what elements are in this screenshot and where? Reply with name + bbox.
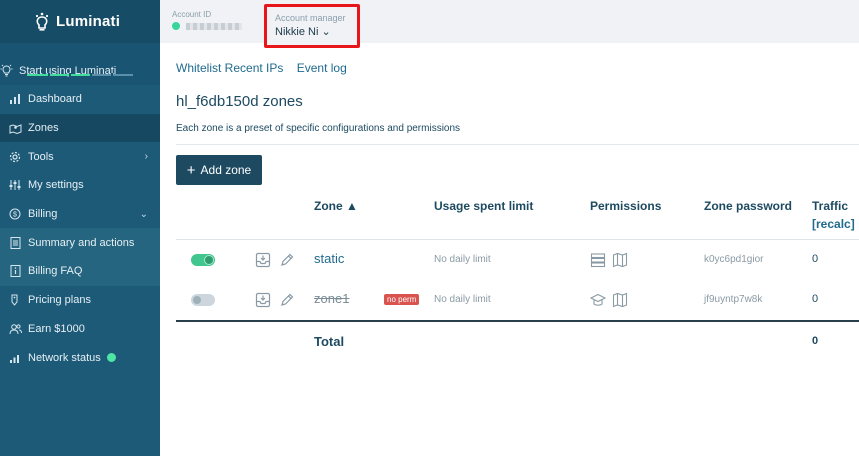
account-manager-name: Nikkie Ni: [275, 26, 319, 38]
usage-limit[interactable]: No daily limit: [434, 294, 491, 305]
sidebar-item-label: My settings: [28, 179, 84, 192]
map-icon: [612, 292, 628, 308]
map-pin-icon: [8, 121, 22, 135]
column-header-permissions: Permissions: [590, 199, 662, 213]
sidebar-item-label: Earn $1000: [28, 322, 85, 335]
table-row: static No daily limit k0yc6pd1gior 0: [176, 240, 859, 280]
table-total-divider: [176, 320, 859, 322]
sidebar-item-label: Tools: [28, 150, 54, 163]
account-id-block[interactable]: Account ID: [172, 10, 242, 30]
table-row: zone1 no perm No daily limit jf9uyntp7w8…: [176, 280, 859, 320]
zone-name-link[interactable]: static: [314, 251, 344, 266]
recalc-link[interactable]: [recalc]: [812, 217, 855, 231]
progress-step-divider: [90, 73, 92, 77]
traffic-value: 0: [812, 253, 819, 265]
column-header-traffic: Traffic: [812, 199, 849, 213]
progress-step-divider: [111, 73, 113, 77]
zone-password[interactable]: jf9uyntp7w8k: [704, 294, 762, 305]
inbox-icon[interactable]: [255, 292, 271, 308]
plus-icon: +: [186, 161, 196, 179]
server-icon: [590, 253, 606, 268]
account-status-dot: [172, 22, 180, 30]
start-progress-bar: [27, 73, 133, 77]
account-manager-dropdown[interactable]: Account manager Nikkie Ni ⌄: [264, 4, 360, 48]
brand-name: Luminati: [56, 13, 121, 30]
chevron-right-icon: ›: [144, 151, 148, 163]
traffic-value: 0: [812, 293, 819, 305]
sidebar-item-earn[interactable]: Earn $1000: [0, 315, 160, 344]
luminati-logo-icon: [35, 12, 49, 31]
column-header-password: Zone password: [704, 199, 793, 213]
sort-ascending-icon: ▲: [346, 199, 358, 213]
sidebar-item-pricing-plans[interactable]: Pricing plans: [0, 286, 160, 315]
gear-icon: [8, 150, 22, 164]
sidebar-item-label: Billing FAQ: [28, 265, 83, 278]
svg-text:$: $: [13, 212, 17, 219]
progress-step-divider: [48, 73, 50, 77]
sidebar-item-billing-faq[interactable]: Billing FAQ: [0, 257, 160, 286]
top-bar: Account ID Account manager Nikkie Ni ⌄: [160, 0, 859, 48]
sidebar-item-my-settings[interactable]: My settings: [0, 171, 160, 200]
bar-chart-icon: [8, 92, 22, 106]
dollar-circle-icon: $: [8, 207, 22, 221]
sidebar-item-tools[interactable]: Tools ›: [0, 142, 160, 171]
logo[interactable]: Luminati: [0, 0, 160, 43]
zone-password[interactable]: k0yc6pd1gior: [704, 254, 763, 265]
sidebar-item-summary-and-actions[interactable]: Summary and actions: [0, 228, 160, 258]
zone-enabled-toggle[interactable]: [191, 294, 215, 306]
start-using-panel[interactable]: Start using Luminati: [0, 43, 160, 85]
add-zone-button[interactable]: + Add zone: [176, 155, 262, 185]
sidebar-item-label: Network status: [28, 351, 101, 364]
sidebar: Luminati Start using Luminati Dashboard …: [0, 0, 160, 456]
sidebar-item-label: Dashboard: [28, 93, 82, 106]
start-progress-fill: [27, 74, 91, 76]
top-links: Whitelist Recent IPs Event log: [176, 61, 357, 75]
page-title: hl_f6db150d zones: [176, 93, 303, 110]
event-log-link[interactable]: Event log: [297, 61, 347, 75]
column-header-zone[interactable]: Zone ▲: [314, 199, 358, 213]
account-manager-label: Account manager: [275, 13, 346, 23]
divider: [176, 144, 859, 145]
zone-name-link[interactable]: zone1: [314, 291, 349, 306]
pencil-icon[interactable]: [279, 252, 295, 268]
tag-icon: [8, 293, 22, 307]
map-icon: [612, 252, 628, 268]
whitelist-recent-ips-link[interactable]: Whitelist Recent IPs: [176, 61, 283, 75]
signal-bars-icon: [8, 351, 22, 365]
inbox-icon[interactable]: [255, 252, 271, 268]
column-header-zone-label: Zone: [314, 199, 343, 213]
lightbulb-icon: [0, 64, 13, 77]
sidebar-item-label: Summary and actions: [28, 236, 135, 249]
info-document-icon: [8, 264, 22, 278]
progress-step-divider: [69, 73, 71, 77]
network-status-indicator: [106, 353, 116, 363]
chevron-down-icon: ⌄: [321, 26, 331, 38]
sidebar-item-network-status[interactable]: Network status: [0, 343, 160, 372]
sidebar-item-label: Zones: [28, 122, 59, 135]
sidebar-item-dashboard[interactable]: Dashboard: [0, 85, 160, 114]
zone-enabled-toggle[interactable]: [191, 254, 215, 266]
chevron-down-icon: ⌄: [139, 208, 148, 220]
usage-limit[interactable]: No daily limit: [434, 254, 491, 265]
column-header-usage: Usage spent limit: [434, 199, 534, 213]
users-icon: [8, 322, 22, 336]
sidebar-item-label: Pricing plans: [28, 294, 91, 307]
total-label: Total: [314, 334, 345, 349]
total-traffic-value: 0: [812, 335, 819, 347]
account-id-redacted: [186, 22, 242, 30]
pencil-icon[interactable]: [279, 292, 295, 308]
add-zone-label: Add zone: [200, 163, 252, 177]
document-icon: [8, 236, 22, 250]
sidebar-item-billing[interactable]: $ Billing ⌄: [0, 200, 160, 229]
sliders-icon: [8, 178, 22, 192]
account-id-label: Account ID: [172, 10, 212, 19]
page-description: Each zone is a preset of specific config…: [176, 123, 461, 134]
sidebar-item-label: Billing: [28, 208, 58, 221]
graduation-cap-icon: [590, 293, 606, 306]
sidebar-item-zones[interactable]: Zones: [0, 113, 160, 143]
no-perm-badge: no perm: [384, 294, 420, 305]
